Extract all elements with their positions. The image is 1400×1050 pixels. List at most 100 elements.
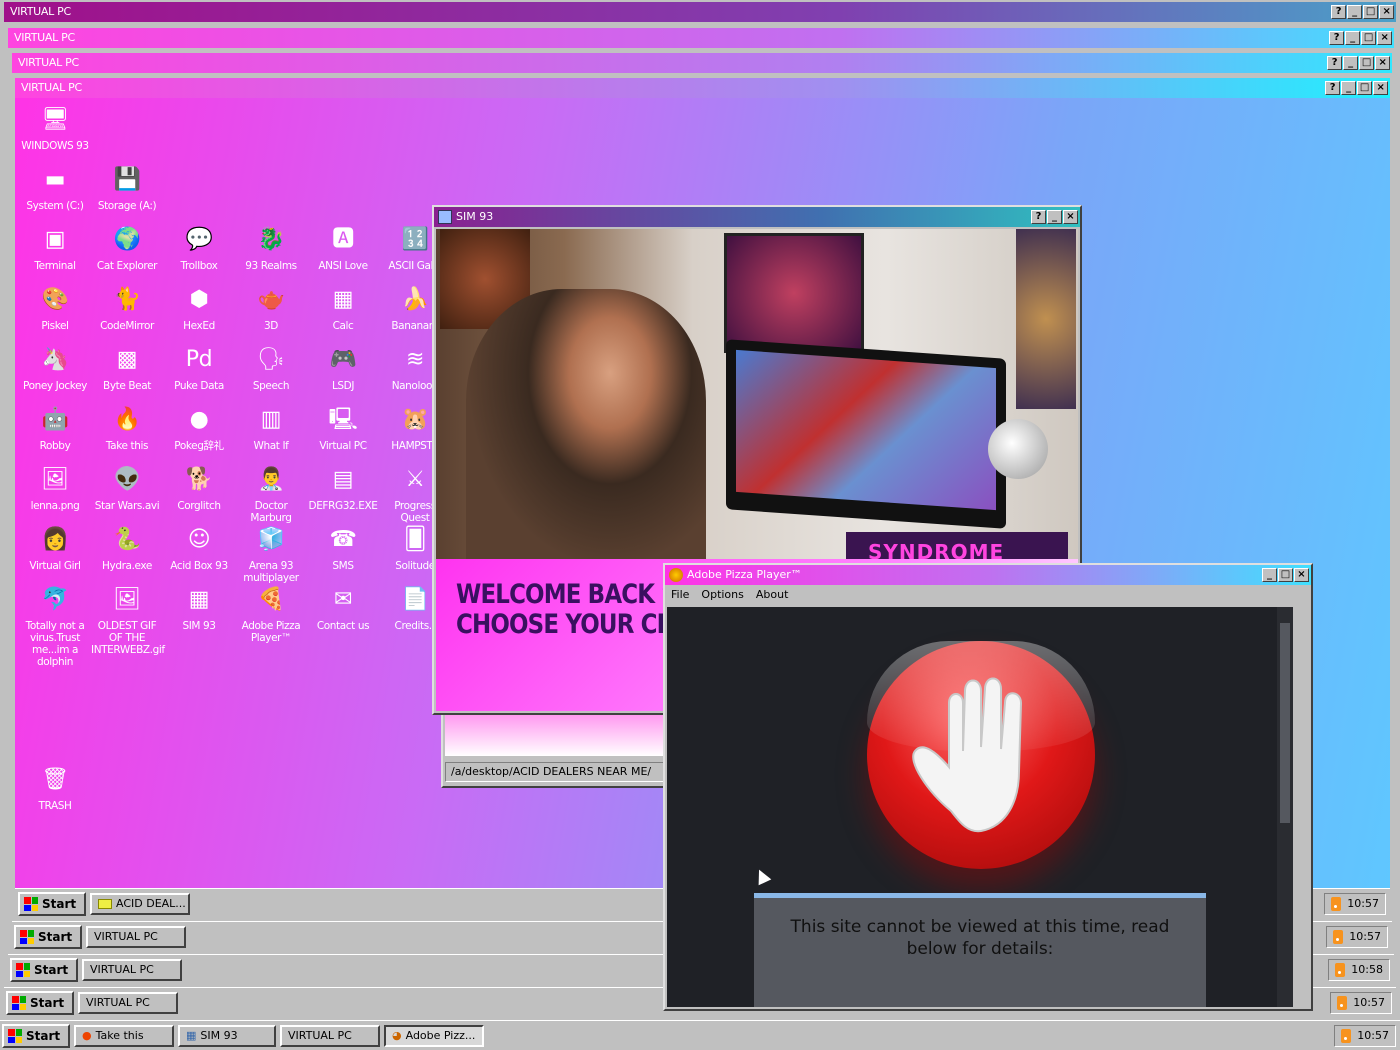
help-button[interactable]: ? — [1329, 31, 1344, 45]
start-button[interactable]: Start — [2, 1024, 70, 1048]
desktop-icon[interactable]: 🫖 3D — [235, 284, 307, 333]
start-button[interactable]: Start — [10, 958, 78, 982]
desktop-icon-label: Cat Explorer — [96, 260, 158, 272]
taskbar-item-sim93[interactable]: ▦ SIM 93 — [178, 1025, 276, 1047]
close-button[interactable]: × — [1063, 210, 1078, 224]
desktop-icon[interactable]: 🖼 OLDEST GIF OF THE INTERWEBZ.gif — [91, 584, 165, 657]
desktop-icon[interactable]: 🖳 Virtual PC — [307, 404, 379, 453]
rss-icon[interactable] — [1331, 897, 1342, 911]
help-button[interactable]: ? — [1031, 210, 1046, 224]
desktop-icon[interactable]: ☎ SMS — [307, 524, 379, 573]
scrollbar-thumb[interactable] — [1280, 623, 1290, 823]
taskbar-item[interactable]: VIRTUAL PC — [82, 959, 182, 981]
desktop-icon[interactable]: 💬 Trollbox — [163, 224, 235, 273]
desktop-icon[interactable]: 🖼 lenna.png — [19, 464, 91, 513]
sim93-video[interactable]: SYNDROME WRW — [436, 229, 1078, 559]
desktop-icon[interactable]: 🗣 Speech — [235, 344, 307, 393]
window-titlebar[interactable]: VIRTUAL PC ? _ □ × — [15, 78, 1390, 98]
desktop-icon[interactable]: 🔥 Take this — [91, 404, 163, 453]
desktop-icon[interactable]: ▩ Byte Beat — [91, 344, 163, 393]
minimize-button[interactable]: _ — [1341, 81, 1356, 95]
scrollbar[interactable] — [1277, 607, 1293, 1007]
path-bar[interactable]: /a/desktop/ACID DEALERS NEAR ME/ — [445, 762, 667, 782]
taskbar-item[interactable]: VIRTUAL PC — [78, 992, 178, 1014]
close-button[interactable]: × — [1373, 81, 1388, 95]
rss-icon[interactable] — [1337, 996, 1348, 1010]
windows-logo-icon — [16, 963, 30, 977]
taskbar-item[interactable]: VIRTUAL PC — [86, 926, 186, 948]
window-titlebar[interactable]: VIRTUAL PC ? _ □ × — [4, 2, 1396, 22]
close-button[interactable]: × — [1377, 31, 1392, 45]
desktop-icon[interactable]: 🅰 ANSI Love — [307, 224, 379, 273]
desktop-icon[interactable]: ● Pokeg辞礼 — [163, 404, 235, 453]
desktop-icon[interactable]: 🐈 CodeMirror — [91, 284, 163, 333]
minimize-button[interactable]: _ — [1347, 5, 1362, 19]
desktop-icon[interactable]: ✉ Contact us — [307, 584, 379, 633]
rss-icon[interactable] — [1335, 963, 1346, 977]
minimize-button[interactable]: _ — [1343, 56, 1358, 70]
window-titlebar[interactable]: SIM 93 ? _ × — [434, 207, 1080, 227]
desktop-icon[interactable]: 🍕 Adobe Pizza Player™ — [235, 584, 307, 645]
desktop-icon[interactable]: ▬ System (C:) — [19, 164, 91, 213]
help-button[interactable]: ? — [1331, 5, 1346, 19]
desktop-icon[interactable]: Pd Puke Data — [163, 344, 235, 393]
desktop-icon[interactable]: 👽 Star Wars.avi — [91, 464, 163, 513]
app-icon: 🐬 — [41, 587, 69, 612]
desktop-icon[interactable]: 🖥 WINDOWS 93 — [19, 104, 91, 153]
menu-options[interactable]: Options — [701, 585, 743, 605]
window-titlebar[interactable]: VIRTUAL PC ? _ □ × — [12, 53, 1392, 73]
close-button[interactable]: × — [1375, 56, 1390, 70]
desktop-icon[interactable]: ⬢ HexEd — [163, 284, 235, 333]
app-icon: 👽 — [113, 467, 141, 492]
taskbar-item-take-this[interactable]: ● Take this — [74, 1025, 174, 1047]
desktop-icon[interactable]: 🌍 Cat Explorer — [91, 224, 163, 273]
minimize-button[interactable]: _ — [1047, 210, 1062, 224]
desktop-icon[interactable]: 🗑 TRASH — [19, 764, 91, 813]
maximize-button[interactable]: □ — [1359, 56, 1374, 70]
desktop-icon[interactable]: 👨‍⚕ Doctor Marburg — [235, 464, 307, 525]
desktop-icon[interactable]: 🦄 Poney Jockey — [19, 344, 91, 393]
maximize-button[interactable]: □ — [1278, 568, 1293, 582]
app-icon: ▦ — [188, 587, 210, 612]
rss-icon[interactable] — [1341, 1029, 1352, 1043]
help-button[interactable]: ? — [1325, 81, 1340, 95]
desktop-icon[interactable]: 🐬 Totally not a virus.Trust me...im a dol… — [19, 584, 91, 669]
app-icon: 🐉 — [257, 227, 285, 252]
desktop-icon[interactable]: 🧊 Arena 93 multiplayer — [235, 524, 307, 585]
desktop-icon[interactable]: 🐕 Corglitch — [163, 464, 235, 513]
rss-icon[interactable] — [1333, 930, 1344, 944]
window-titlebar[interactable]: VIRTUAL PC ? _ □ × — [8, 28, 1394, 48]
desktop-icon[interactable]: 💾 Storage (A:) — [91, 164, 163, 213]
minimize-button[interactable]: _ — [1345, 31, 1360, 45]
desktop-icon[interactable]: 🐉 93 Realms — [235, 224, 307, 273]
desktop-icon[interactable]: 👩 Virtual Girl — [19, 524, 91, 573]
taskbar-item-virtual-pc[interactable]: VIRTUAL PC — [280, 1025, 380, 1047]
desktop-icon[interactable]: ▤ DEFRG32.EXE — [307, 464, 379, 513]
desktop-icon[interactable]: ▣ Terminal — [19, 224, 91, 273]
maximize-button[interactable]: □ — [1363, 5, 1378, 19]
desktop-icon[interactable]: 🤖 Robby — [19, 404, 91, 453]
app-icon: 🅰 — [332, 227, 354, 252]
taskbar-item-pizza[interactable]: ◕ Adobe Pizz... — [384, 1025, 484, 1047]
start-button[interactable]: Start — [6, 991, 74, 1015]
maximize-button[interactable]: □ — [1357, 81, 1372, 95]
desktop-icon[interactable]: ▦ SIM 93 — [163, 584, 235, 633]
close-button[interactable]: × — [1294, 568, 1309, 582]
help-button[interactable]: ? — [1327, 56, 1342, 70]
menu-about[interactable]: About — [756, 585, 789, 605]
desktop-icon[interactable]: ▥ What If — [235, 404, 307, 453]
taskbar-item[interactable]: ACID DEAL... — [90, 893, 190, 915]
app-icon: ▦ — [332, 287, 354, 312]
desktop-icon[interactable]: 🎨 Piskel — [19, 284, 91, 333]
desktop-icon[interactable]: ☺ Acid Box 93 — [163, 524, 235, 573]
minimize-button[interactable]: _ — [1262, 568, 1277, 582]
close-button[interactable]: × — [1379, 5, 1394, 19]
start-button[interactable]: Start — [14, 925, 82, 949]
desktop-icon[interactable]: ▦ Calc — [307, 284, 379, 333]
desktop-icon[interactable]: 🐍 Hydra.exe — [91, 524, 163, 573]
window-titlebar[interactable]: Adobe Pizza Player™ _ □ × — [665, 565, 1311, 585]
desktop-icon[interactable]: 🎮 LSDJ — [307, 344, 379, 393]
menu-file[interactable]: File — [671, 585, 689, 605]
maximize-button[interactable]: □ — [1361, 31, 1376, 45]
start-button[interactable]: Start — [18, 892, 86, 916]
